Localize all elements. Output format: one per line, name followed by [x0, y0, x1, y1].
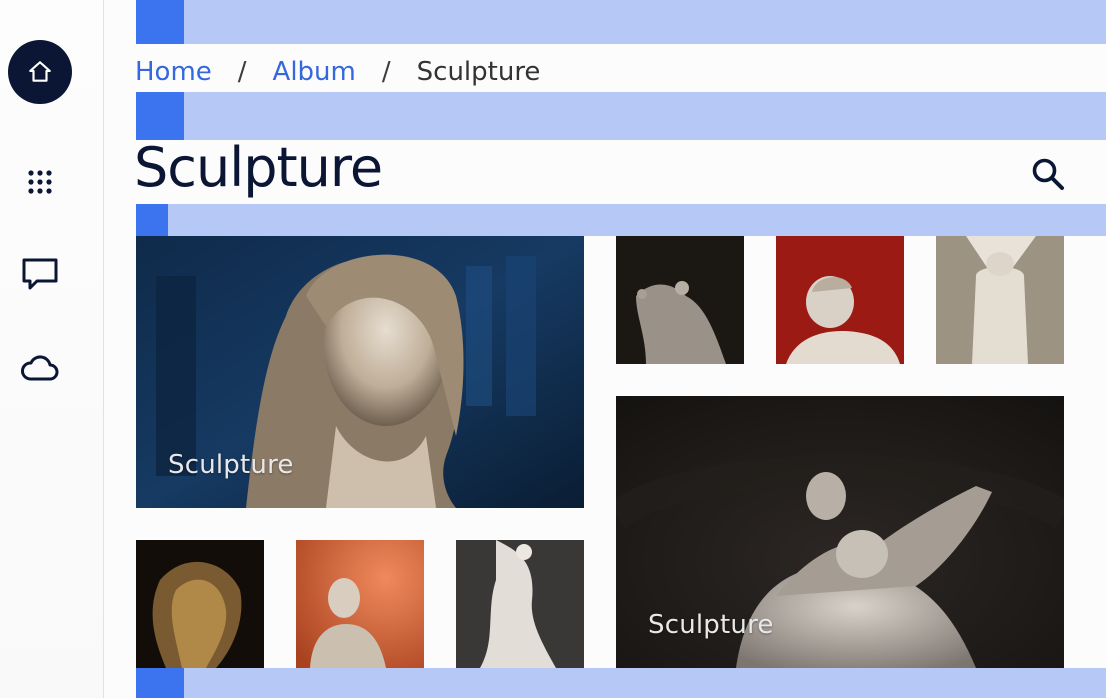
apps-grid-icon — [28, 170, 52, 194]
page-title: Sculpture — [134, 136, 383, 199]
sculpture-thumb-5 — [296, 540, 424, 668]
spacer-marker — [136, 668, 184, 698]
featured-left-caption: Sculpture — [168, 450, 294, 480]
gallery-featured-right[interactable]: Sculpture — [616, 396, 1064, 668]
cloud-icon — [21, 355, 59, 381]
chat-icon — [22, 258, 58, 290]
navigation-rail — [0, 0, 104, 698]
spacer-band-gallery — [136, 204, 1106, 236]
sculpture-thumb-4 — [136, 540, 264, 668]
breadcrumb-separator: / — [237, 57, 247, 87]
spacer-band-top — [136, 0, 1106, 44]
rail-home-button[interactable] — [8, 40, 72, 104]
gallery-thumb[interactable] — [616, 236, 744, 364]
breadcrumb-current: Sculpture — [416, 57, 541, 87]
sculpture-thumb-2 — [776, 236, 904, 364]
breadcrumb-separator: / — [381, 57, 391, 87]
rail-chat-button[interactable] — [8, 242, 72, 306]
gallery-featured-left[interactable]: Sculpture — [136, 236, 584, 508]
spacer-marker — [136, 204, 168, 236]
search-icon — [1032, 158, 1064, 190]
gallery-thumb[interactable] — [136, 540, 264, 668]
rail-apps-button[interactable] — [8, 150, 72, 214]
gallery-thumb[interactable] — [776, 236, 904, 364]
sculpture-thumb-6 — [456, 540, 584, 668]
spacer-marker — [136, 92, 184, 140]
spacer-band-bottom — [136, 668, 1106, 698]
rail-cloud-button[interactable] — [8, 336, 72, 400]
search-button[interactable] — [1024, 150, 1072, 198]
sculpture-thumb-1 — [616, 236, 744, 364]
gallery-thumb[interactable] — [296, 540, 424, 668]
breadcrumb-album-link[interactable]: Album — [273, 54, 356, 90]
breadcrumb: Home / Album / Sculpture — [135, 54, 540, 90]
spacer-marker — [136, 0, 184, 44]
breadcrumb-home-link[interactable]: Home — [135, 54, 212, 90]
featured-right-caption: Sculpture — [648, 610, 774, 640]
home-icon — [29, 61, 51, 82]
gallery-thumb[interactable] — [456, 540, 584, 668]
gallery-thumb[interactable] — [936, 236, 1064, 364]
sculpture-thumb-3 — [936, 236, 1064, 364]
spacer-band-mid — [136, 92, 1106, 140]
